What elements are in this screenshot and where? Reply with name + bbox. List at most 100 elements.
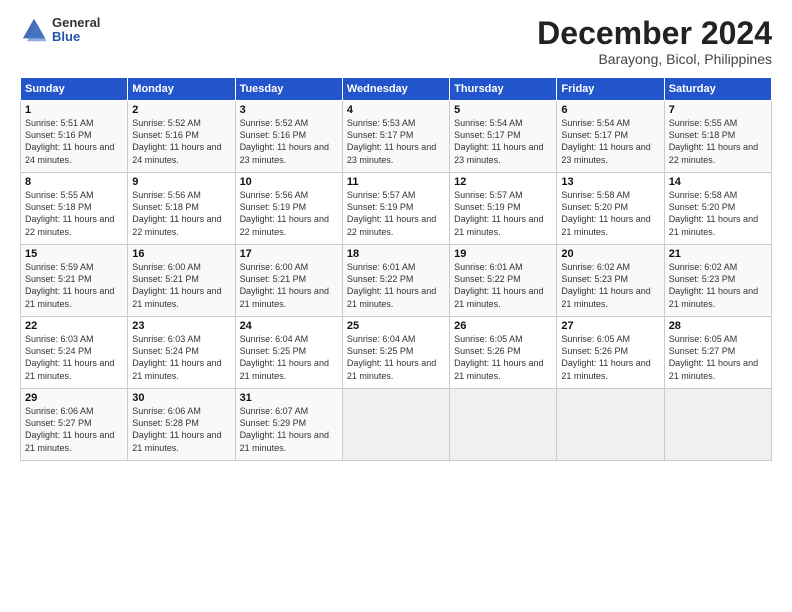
location-subtitle: Barayong, Bicol, Philippines (537, 51, 772, 67)
day-number: 28 (669, 320, 767, 332)
day-number: 24 (240, 320, 338, 332)
header-saturday: Saturday (664, 78, 771, 101)
table-row: 28 Sunrise: 6:05 AMSunset: 5:27 PMDaylig… (664, 317, 771, 389)
day-number: 20 (561, 248, 659, 260)
table-row: 30 Sunrise: 6:06 AMSunset: 5:28 PMDaylig… (128, 389, 235, 461)
day-info: Sunrise: 6:02 AMSunset: 5:23 PMDaylight:… (669, 262, 758, 308)
day-info: Sunrise: 5:57 AMSunset: 5:19 PMDaylight:… (454, 190, 543, 236)
table-row: 29 Sunrise: 6:06 AMSunset: 5:27 PMDaylig… (21, 389, 128, 461)
day-info: Sunrise: 5:52 AMSunset: 5:16 PMDaylight:… (132, 118, 221, 164)
day-info: Sunrise: 5:58 AMSunset: 5:20 PMDaylight:… (669, 190, 758, 236)
table-row: 2 Sunrise: 5:52 AMSunset: 5:16 PMDayligh… (128, 101, 235, 173)
table-row: 26 Sunrise: 6:05 AMSunset: 5:26 PMDaylig… (450, 317, 557, 389)
day-info: Sunrise: 6:05 AMSunset: 5:26 PMDaylight:… (454, 334, 543, 380)
table-row: 3 Sunrise: 5:52 AMSunset: 5:16 PMDayligh… (235, 101, 342, 173)
table-row: 16 Sunrise: 6:00 AMSunset: 5:21 PMDaylig… (128, 245, 235, 317)
calendar-week-row: 15 Sunrise: 5:59 AMSunset: 5:21 PMDaylig… (21, 245, 772, 317)
day-number: 17 (240, 248, 338, 260)
table-row: 7 Sunrise: 5:55 AMSunset: 5:18 PMDayligh… (664, 101, 771, 173)
month-title: December 2024 (537, 16, 772, 51)
day-number: 11 (347, 176, 445, 188)
table-row: 24 Sunrise: 6:04 AMSunset: 5:25 PMDaylig… (235, 317, 342, 389)
day-info: Sunrise: 5:56 AMSunset: 5:18 PMDaylight:… (132, 190, 221, 236)
day-number: 4 (347, 104, 445, 116)
day-info: Sunrise: 6:06 AMSunset: 5:27 PMDaylight:… (25, 406, 114, 452)
calendar-week-row: 22 Sunrise: 6:03 AMSunset: 5:24 PMDaylig… (21, 317, 772, 389)
table-row: 21 Sunrise: 6:02 AMSunset: 5:23 PMDaylig… (664, 245, 771, 317)
day-info: Sunrise: 6:01 AMSunset: 5:22 PMDaylight:… (454, 262, 543, 308)
table-row (664, 389, 771, 461)
day-info: Sunrise: 5:55 AMSunset: 5:18 PMDaylight:… (669, 118, 758, 164)
day-number: 19 (454, 248, 552, 260)
day-number: 1 (25, 104, 123, 116)
table-row: 22 Sunrise: 6:03 AMSunset: 5:24 PMDaylig… (21, 317, 128, 389)
day-number: 16 (132, 248, 230, 260)
day-info: Sunrise: 6:04 AMSunset: 5:25 PMDaylight:… (240, 334, 329, 380)
day-info: Sunrise: 5:53 AMSunset: 5:17 PMDaylight:… (347, 118, 436, 164)
table-row: 27 Sunrise: 6:05 AMSunset: 5:26 PMDaylig… (557, 317, 664, 389)
table-row (342, 389, 449, 461)
day-number: 30 (132, 392, 230, 404)
table-row: 13 Sunrise: 5:58 AMSunset: 5:20 PMDaylig… (557, 173, 664, 245)
day-info: Sunrise: 5:59 AMSunset: 5:21 PMDaylight:… (25, 262, 114, 308)
day-info: Sunrise: 5:54 AMSunset: 5:17 PMDaylight:… (561, 118, 650, 164)
header-sunday: Sunday (21, 78, 128, 101)
header-tuesday: Tuesday (235, 78, 342, 101)
day-number: 29 (25, 392, 123, 404)
table-row: 25 Sunrise: 6:04 AMSunset: 5:25 PMDaylig… (342, 317, 449, 389)
day-number: 2 (132, 104, 230, 116)
day-info: Sunrise: 5:57 AMSunset: 5:19 PMDaylight:… (347, 190, 436, 236)
calendar-table: Sunday Monday Tuesday Wednesday Thursday… (20, 77, 772, 461)
day-number: 12 (454, 176, 552, 188)
table-row: 4 Sunrise: 5:53 AMSunset: 5:17 PMDayligh… (342, 101, 449, 173)
table-row: 1 Sunrise: 5:51 AMSunset: 5:16 PMDayligh… (21, 101, 128, 173)
logo: General Blue (20, 16, 100, 45)
table-row: 31 Sunrise: 6:07 AMSunset: 5:29 PMDaylig… (235, 389, 342, 461)
day-number: 21 (669, 248, 767, 260)
header: General Blue December 2024 Barayong, Bic… (20, 16, 772, 67)
day-number: 8 (25, 176, 123, 188)
table-row: 10 Sunrise: 5:56 AMSunset: 5:19 PMDaylig… (235, 173, 342, 245)
day-info: Sunrise: 6:05 AMSunset: 5:27 PMDaylight:… (669, 334, 758, 380)
day-info: Sunrise: 6:06 AMSunset: 5:28 PMDaylight:… (132, 406, 221, 452)
day-info: Sunrise: 6:01 AMSunset: 5:22 PMDaylight:… (347, 262, 436, 308)
day-number: 14 (669, 176, 767, 188)
table-row: 18 Sunrise: 6:01 AMSunset: 5:22 PMDaylig… (342, 245, 449, 317)
table-row (450, 389, 557, 461)
day-number: 25 (347, 320, 445, 332)
day-number: 6 (561, 104, 659, 116)
day-info: Sunrise: 5:52 AMSunset: 5:16 PMDaylight:… (240, 118, 329, 164)
day-number: 22 (25, 320, 123, 332)
logo-icon (20, 16, 48, 44)
header-monday: Monday (128, 78, 235, 101)
logo-blue-text: Blue (52, 30, 100, 44)
day-info: Sunrise: 5:55 AMSunset: 5:18 PMDaylight:… (25, 190, 114, 236)
day-number: 27 (561, 320, 659, 332)
day-info: Sunrise: 6:07 AMSunset: 5:29 PMDaylight:… (240, 406, 329, 452)
day-info: Sunrise: 5:51 AMSunset: 5:16 PMDaylight:… (25, 118, 114, 164)
day-info: Sunrise: 6:00 AMSunset: 5:21 PMDaylight:… (132, 262, 221, 308)
day-info: Sunrise: 5:56 AMSunset: 5:19 PMDaylight:… (240, 190, 329, 236)
day-number: 13 (561, 176, 659, 188)
table-row: 12 Sunrise: 5:57 AMSunset: 5:19 PMDaylig… (450, 173, 557, 245)
table-row: 17 Sunrise: 6:00 AMSunset: 5:21 PMDaylig… (235, 245, 342, 317)
day-number: 23 (132, 320, 230, 332)
page: General Blue December 2024 Barayong, Bic… (0, 0, 792, 612)
table-row: 19 Sunrise: 6:01 AMSunset: 5:22 PMDaylig… (450, 245, 557, 317)
day-number: 26 (454, 320, 552, 332)
table-row: 8 Sunrise: 5:55 AMSunset: 5:18 PMDayligh… (21, 173, 128, 245)
calendar-week-row: 1 Sunrise: 5:51 AMSunset: 5:16 PMDayligh… (21, 101, 772, 173)
day-info: Sunrise: 6:05 AMSunset: 5:26 PMDaylight:… (561, 334, 650, 380)
day-number: 7 (669, 104, 767, 116)
day-number: 31 (240, 392, 338, 404)
logo-text: General Blue (52, 16, 100, 45)
day-number: 3 (240, 104, 338, 116)
day-number: 9 (132, 176, 230, 188)
table-row: 15 Sunrise: 5:59 AMSunset: 5:21 PMDaylig… (21, 245, 128, 317)
day-info: Sunrise: 6:03 AMSunset: 5:24 PMDaylight:… (25, 334, 114, 380)
table-row: 5 Sunrise: 5:54 AMSunset: 5:17 PMDayligh… (450, 101, 557, 173)
table-row (557, 389, 664, 461)
day-info: Sunrise: 5:54 AMSunset: 5:17 PMDaylight:… (454, 118, 543, 164)
day-info: Sunrise: 6:02 AMSunset: 5:23 PMDaylight:… (561, 262, 650, 308)
table-row: 20 Sunrise: 6:02 AMSunset: 5:23 PMDaylig… (557, 245, 664, 317)
